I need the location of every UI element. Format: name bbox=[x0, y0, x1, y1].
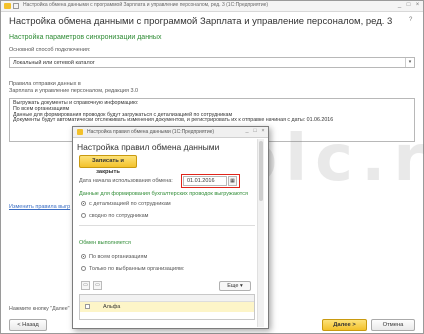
connection-select-value: Локальный или сетевой каталог bbox=[13, 60, 95, 66]
exchange-rules-dialog: Настройка правил обмена данными (1С:Пред… bbox=[72, 126, 269, 329]
org-name-cell: Альфа bbox=[103, 304, 121, 310]
maximize-button[interactable]: □ bbox=[405, 2, 412, 8]
dialog-titlebar: Настройка правил обмена данными (1С:Пред… bbox=[73, 127, 268, 138]
chevron-down-icon[interactable]: ▾ bbox=[405, 58, 414, 67]
app-logo-icon bbox=[4, 3, 11, 9]
organizations-table: Альфа bbox=[79, 294, 255, 320]
exchange-section-title: Обмен выполняется bbox=[79, 240, 131, 246]
back-button[interactable]: < Назад bbox=[9, 319, 47, 331]
dialog-close-button[interactable]: × bbox=[260, 128, 266, 134]
data-section-title: Данные для формирования бухгалтерских пр… bbox=[79, 191, 248, 197]
radio-all-orgs-label: По всем организациям bbox=[89, 254, 148, 260]
add-icon[interactable]: ▭ bbox=[81, 281, 90, 290]
radio-summary[interactable] bbox=[81, 213, 86, 218]
more-button-label: Еще bbox=[227, 283, 239, 289]
dialog-minimize-button[interactable]: _ bbox=[244, 128, 250, 134]
bottom-hint: Нажмите кнопку "Далее" bbox=[9, 306, 70, 312]
row-checkbox[interactable] bbox=[85, 304, 90, 309]
date-highlight-frame bbox=[181, 174, 240, 188]
connection-select[interactable]: Локальный или сетевой каталог ▾ bbox=[9, 57, 415, 68]
radio-all-orgs[interactable] bbox=[81, 254, 86, 259]
rules-label-2: Зарплата и управление персоналом, редакц… bbox=[9, 88, 139, 94]
dialog-window-title: Настройка правил обмена данными (1С:Пред… bbox=[87, 129, 215, 135]
next-button[interactable]: Далее > bbox=[322, 319, 367, 331]
date-label: Дата начала использования обмена: bbox=[79, 178, 173, 184]
table-header bbox=[80, 295, 254, 302]
section-title: Настройка параметров синхронизации данны… bbox=[9, 34, 162, 41]
save-and-close-button[interactable]: Записать и закрыть bbox=[79, 155, 137, 175]
window-title: Настройка обмена данными с программой За… bbox=[23, 2, 269, 8]
radio-summary-label: сводно по сотрудникам bbox=[89, 213, 149, 219]
table-row[interactable]: Альфа bbox=[80, 302, 254, 312]
dialog-logo-icon bbox=[77, 129, 83, 135]
connection-label: Основной способ подключения: bbox=[9, 47, 91, 53]
dialog-maximize-button[interactable]: □ bbox=[252, 128, 258, 134]
radio-detail[interactable] bbox=[81, 201, 86, 206]
divider bbox=[79, 225, 255, 226]
scrollbar-thumb[interactable] bbox=[259, 141, 263, 201]
minimize-button[interactable]: _ bbox=[396, 2, 403, 8]
window-menu-icon[interactable] bbox=[13, 3, 19, 9]
cancel-button[interactable]: Отмена bbox=[371, 319, 415, 331]
radio-selected-orgs[interactable] bbox=[81, 266, 86, 271]
more-button[interactable]: Еще ▾ bbox=[219, 281, 251, 291]
dialog-scrollbar[interactable] bbox=[257, 139, 264, 327]
copy-icon[interactable]: ▭ bbox=[93, 281, 102, 290]
radio-detail-label: с детализацией по сотрудникам bbox=[89, 201, 171, 207]
close-button[interactable]: × bbox=[414, 2, 421, 8]
main-titlebar: Настройка обмена данными с программой За… bbox=[1, 1, 423, 12]
dialog-heading: Настройка правил обмена данными bbox=[77, 142, 220, 152]
radio-selected-orgs-label: Только по выбранным организациям: bbox=[89, 266, 185, 272]
rules-label-1: Правила отправки данных в bbox=[9, 81, 81, 87]
change-rules-link[interactable]: Изменить правила выгр bbox=[9, 204, 70, 210]
page-title: Настройка обмена данными с программой За… bbox=[9, 16, 393, 27]
help-icon[interactable]: ? bbox=[409, 17, 415, 23]
rules-line: Документы будут автоматически отслеживат… bbox=[13, 117, 334, 124]
